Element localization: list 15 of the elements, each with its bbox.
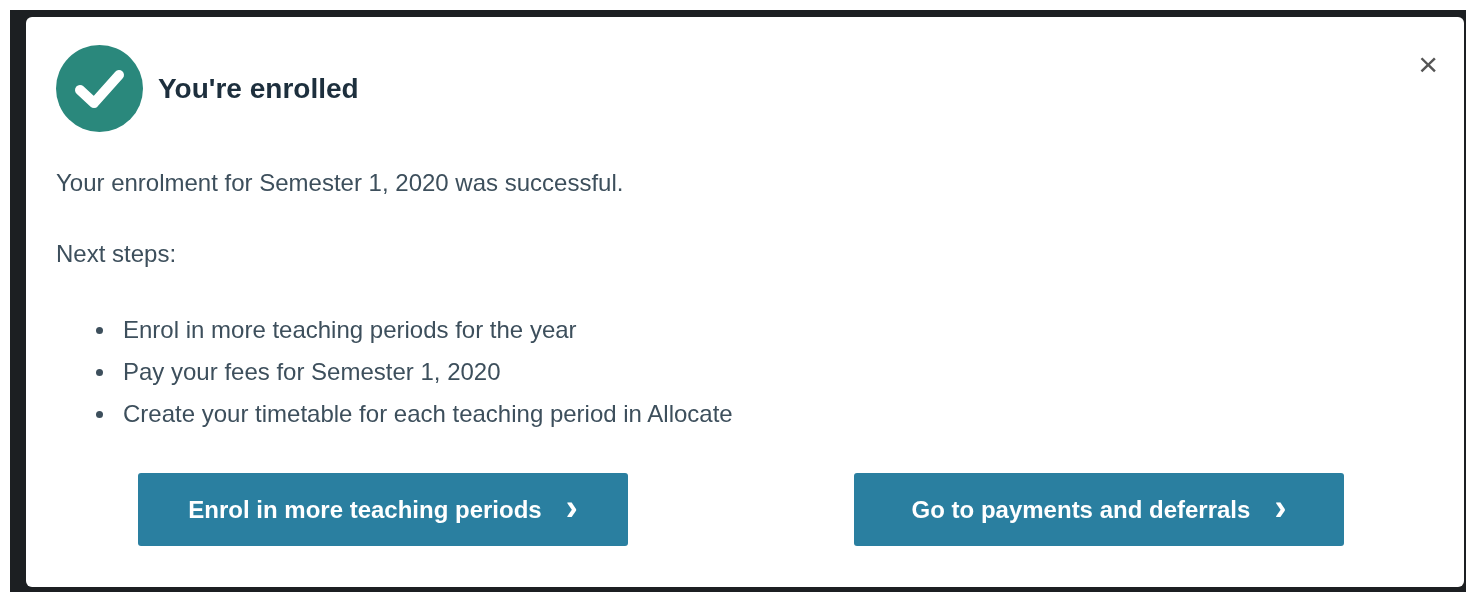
step-text: Pay your fees for Semester 1, 2020 <box>123 357 501 387</box>
bullet-icon <box>96 410 103 418</box>
action-button[interactable]: Enrol in more teaching periods › <box>138 473 628 546</box>
bullet-icon <box>96 326 103 334</box>
close-button[interactable]: × <box>1418 47 1438 81</box>
chevron-icon: › <box>565 489 578 530</box>
check-circle-icon <box>56 45 143 132</box>
step-text: Create your timetable for each teaching period in Allocate <box>123 399 733 429</box>
chevron-icon: › <box>1274 489 1287 530</box>
dialog-title: You're enrolled <box>158 71 359 106</box>
step-text: Enrol in more teaching periods for the year <box>123 315 577 345</box>
action-button[interactable]: Go to payments and deferrals › <box>854 473 1344 546</box>
success-message: Your enrolment for Semester 1, 2020 was successful. <box>56 168 625 198</box>
bullet-icon <box>96 368 103 376</box>
next-steps-label: Next steps: <box>56 239 178 269</box>
